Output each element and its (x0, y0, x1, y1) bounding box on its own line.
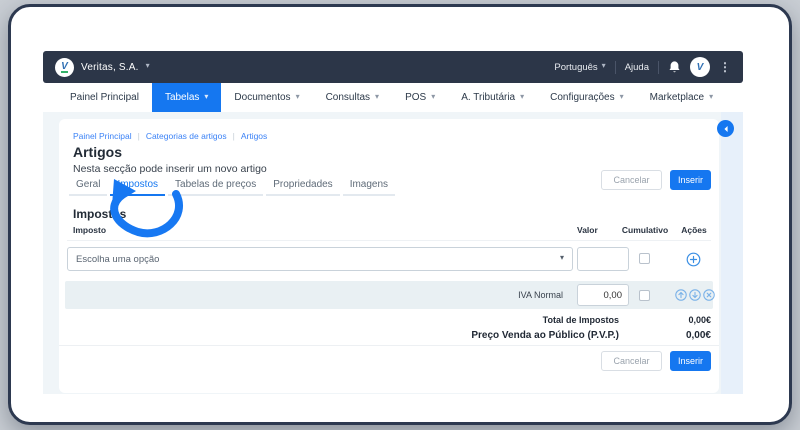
breadcrumb-painel-principal[interactable]: Painel Principal (73, 131, 132, 141)
column-header-imposto: Imposto (73, 225, 106, 235)
nav-label: Configurações (550, 92, 614, 103)
nav-label: Painel Principal (70, 92, 139, 103)
breadcrumb-categorias-de-artigos[interactable]: Categorias de artigos (146, 131, 227, 141)
chevron-down-icon: ▾ (431, 94, 435, 100)
collapse-panel-button[interactable] (717, 120, 734, 137)
nav-label: Marketplace (650, 92, 704, 103)
chevron-down-icon: ▾ (709, 94, 713, 100)
nav-item-consultas[interactable]: Consultas ▾ (313, 83, 392, 112)
user-avatar[interactable]: V (690, 57, 710, 77)
nav-item-configuracoes[interactable]: Configurações ▾ (537, 83, 637, 112)
help-link[interactable]: Ajuda (625, 62, 649, 73)
divider (59, 345, 719, 346)
company-name: Veritas, S.A. (81, 62, 139, 73)
add-row-icon[interactable] (686, 252, 701, 267)
tax-value-input[interactable] (577, 247, 629, 271)
tax-row-name: IVA Normal (518, 290, 563, 300)
tax-row-cumulative-checkbox[interactable] (639, 290, 650, 301)
tab-impostos[interactable]: Impostos (110, 179, 165, 196)
insert-button-top[interactable]: Inserir (670, 170, 711, 190)
tab-geral[interactable]: Geral (69, 179, 107, 196)
divider (658, 61, 659, 74)
notifications-bell-icon[interactable] (668, 60, 681, 74)
total-impostos-value: 0,00€ (688, 315, 711, 325)
nav-item-tabelas[interactable]: Tabelas ▾ (152, 83, 221, 112)
pvp-value: 0,00€ (686, 330, 711, 341)
breadcrumb: Painel Principal | Categorias de artigos… (73, 131, 267, 141)
column-header-valor: Valor (577, 225, 598, 235)
cancel-button-top[interactable]: Cancelar (601, 170, 662, 190)
nav-item-pos[interactable]: POS ▾ (392, 83, 448, 112)
tax-table-header: Imposto Valor Cumulativo Ações (59, 225, 719, 241)
main-navigation: Painel Principal Tabelas ▾ Documentos ▾ … (43, 83, 743, 112)
nav-item-a-tributaria[interactable]: A. Tributária ▾ (448, 83, 537, 112)
nav-item-documentos[interactable]: Documentos ▾ (221, 83, 312, 112)
chevron-down-icon: ▾ (520, 94, 524, 100)
divider (615, 61, 616, 74)
tax-row-iva-normal: IVA Normal (65, 281, 713, 309)
breadcrumb-separator: | (233, 131, 235, 141)
content-area: Painel Principal | Categorias de artigos… (43, 112, 743, 394)
tax-row-value-input[interactable] (577, 284, 629, 306)
app-header: V Veritas, S.A. ▾ Português ▾ Ajuda V ⋮ (43, 51, 743, 83)
nav-label: Consultas (326, 92, 370, 103)
divider (67, 240, 711, 241)
pvp-label: Preço Venda ao Público (P.V.P.) (471, 330, 619, 341)
tab-propriedades[interactable]: Propriedades (266, 179, 339, 196)
collapsed-side-panel (721, 112, 743, 394)
nav-label: Documentos (234, 92, 290, 103)
more-menu-icon[interactable]: ⋮ (719, 60, 731, 74)
move-down-icon[interactable] (689, 289, 701, 301)
tax-select-value: Escolha uma opção (76, 254, 159, 265)
breadcrumb-separator: | (138, 131, 140, 141)
nav-item-marketplace[interactable]: Marketplace ▾ (637, 83, 726, 112)
nav-label: Tabelas (165, 92, 199, 103)
page-subtitle: Nesta secção pode inserir um novo artigo (73, 163, 267, 175)
insert-button-bottom[interactable]: Inserir (670, 351, 711, 371)
cumulative-checkbox[interactable] (639, 253, 650, 264)
language-selector[interactable]: Português ▾ (554, 62, 605, 73)
move-up-icon[interactable] (675, 289, 687, 301)
chevron-left-icon (722, 125, 730, 133)
total-impostos-label: Total de Impostos (543, 315, 619, 325)
form-tabs: Geral Impostos Tabelas de preços Proprie… (69, 179, 395, 196)
app-window: V Veritas, S.A. ▾ Português ▾ Ajuda V ⋮ … (8, 4, 792, 425)
company-logo-icon: V (55, 58, 74, 77)
nav-label: POS (405, 92, 426, 103)
section-title: Impostos (73, 207, 126, 221)
column-header-acoes: Ações (671, 225, 717, 235)
tab-tabelas-de-precos[interactable]: Tabelas de preços (168, 179, 263, 196)
tax-select[interactable]: Escolha uma opção ▾ (67, 247, 573, 271)
chevron-down-icon: ▾ (146, 63, 150, 69)
company-menu[interactable]: V Veritas, S.A. ▾ (55, 58, 150, 77)
chevron-down-icon: ▾ (602, 63, 606, 69)
tab-imagens[interactable]: Imagens (343, 179, 395, 196)
remove-row-icon[interactable] (703, 289, 715, 301)
chevron-down-icon: ▾ (620, 94, 624, 100)
nav-label: A. Tributária (461, 92, 515, 103)
article-form-panel: Painel Principal | Categorias de artigos… (59, 119, 719, 393)
chevron-down-icon: ▾ (560, 255, 564, 261)
breadcrumb-artigos[interactable]: Artigos (241, 131, 267, 141)
cancel-button-bottom[interactable]: Cancelar (601, 351, 662, 371)
chevron-down-icon: ▾ (204, 94, 208, 100)
chevron-down-icon: ▾ (296, 94, 300, 100)
chevron-down-icon: ▾ (375, 94, 379, 100)
language-label: Português (554, 62, 597, 73)
nav-item-painel-principal[interactable]: Painel Principal (57, 83, 152, 112)
page-title: Artigos (73, 144, 122, 160)
